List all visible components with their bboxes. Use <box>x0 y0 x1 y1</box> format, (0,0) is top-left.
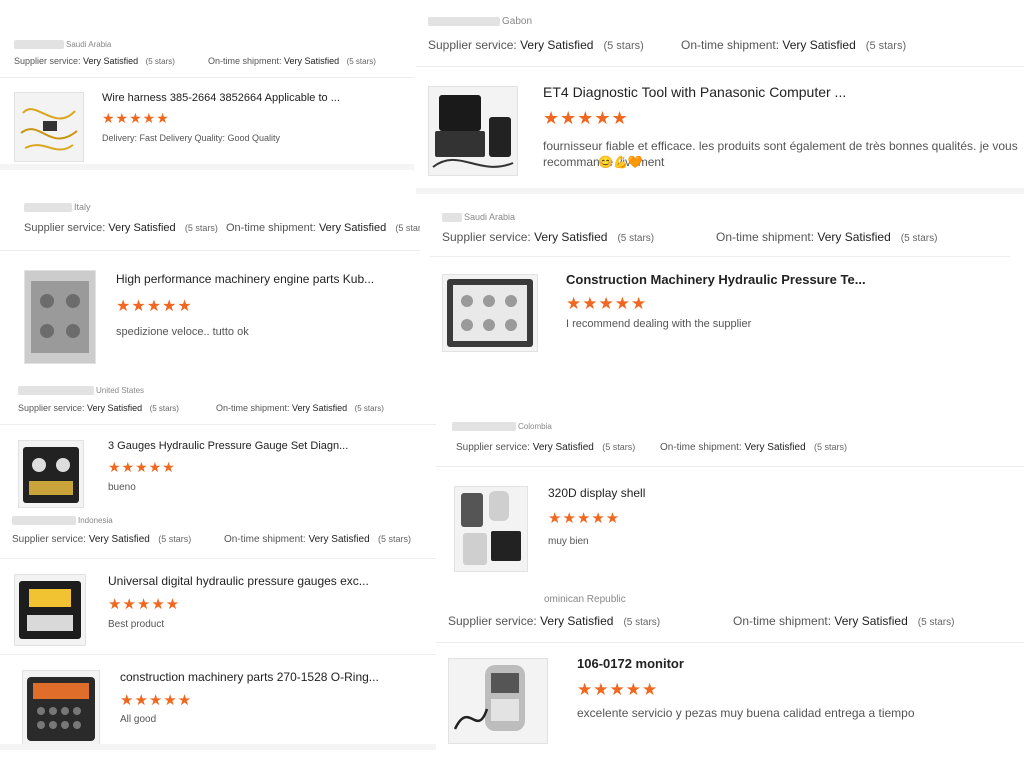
ontime-shipment-rating: On-time shipment: Very Satisfied (5 star… <box>224 534 411 545</box>
ontime-shipment-rating: On-time shipment: Very Satisfied (5 star… <box>208 56 376 66</box>
supplier-service-rating: Supplier service: Very Satisfied (5 star… <box>428 38 644 52</box>
rating-stars: ★★★★★ <box>116 298 193 315</box>
product-title[interactable]: Construction Machinery Hydraulic Pressur… <box>566 272 996 287</box>
ontime-shipment-rating: On-time shipment: Very Satisfied (5 star… <box>226 222 420 234</box>
reviewer-country: Indonesia <box>12 516 113 526</box>
review-comment: All good <box>120 714 157 725</box>
supplier-service-rating: Supplier service: Very Satisfied (5 star… <box>448 614 661 628</box>
review-extra: Delivery: Fast Delivery Quality: Good Qu… <box>102 133 281 143</box>
product-title[interactable]: 320D display shell <box>548 486 848 500</box>
review-card: Gabon Supplier service: Very Satisfied (… <box>416 8 1024 196</box>
review-card: construction machinery parts 270-1528 O-… <box>0 652 436 770</box>
product-title[interactable]: construction machinery parts 270-1528 O-… <box>120 670 420 684</box>
review-card: Saudi Arabia Supplier service: Very Sati… <box>430 204 1010 364</box>
product-thumbnail[interactable] <box>22 670 100 748</box>
product-title[interactable]: ET4 Diagnostic Tool with Panasonic Compu… <box>543 84 1013 100</box>
divider <box>430 256 1010 257</box>
rating-stars: ★★★★★ <box>108 596 181 613</box>
ontime-shipment-rating: On-time shipment: Very Satisfied (5 star… <box>681 38 907 52</box>
divider <box>0 744 436 750</box>
product-thumbnail[interactable] <box>14 574 86 646</box>
review-comment: spedizione veloce.. tutto ok <box>116 326 249 338</box>
review-comment: I recommend dealing with the supplier <box>566 318 752 330</box>
product-thumbnail[interactable] <box>14 92 84 162</box>
ontime-shipment-rating: On-time shipment: Very Satisfied (5 star… <box>216 403 384 413</box>
product-thumbnail[interactable] <box>454 486 528 572</box>
divider <box>416 188 1024 194</box>
review-comment: muy bien <box>548 536 589 547</box>
divider <box>0 77 414 78</box>
review-comment: excelente servicio y pezas muy buena cal… <box>577 706 915 720</box>
divider <box>416 66 1024 67</box>
product-title[interactable]: Universal digital hydraulic pressure gau… <box>108 574 428 588</box>
reviewer-country: Gabon <box>428 16 532 27</box>
supplier-service-rating: Supplier service: Very Satisfied (5 star… <box>12 534 192 545</box>
rating-stars: ★★★★★ <box>108 459 176 475</box>
divider <box>0 424 436 425</box>
divider <box>436 466 1024 467</box>
product-thumbnail[interactable] <box>442 274 538 352</box>
product-thumbnail[interactable] <box>448 658 548 744</box>
rating-stars: ★★★★★ <box>543 108 629 128</box>
product-title[interactable]: Wire harness 385-2664 3852664 Applicable… <box>102 92 402 104</box>
product-title[interactable]: 3 Gauges Hydraulic Pressure Gauge Set Di… <box>108 440 428 452</box>
supplier-service-rating: Supplier service: Very Satisfied (5 star… <box>24 222 218 234</box>
divider <box>0 164 414 170</box>
reviewer-country: Colombia <box>452 422 552 432</box>
rating-stars: ★★★★★ <box>102 110 170 126</box>
supplier-service-rating: Supplier service: Very Satisfied (5 star… <box>14 56 175 66</box>
divider <box>436 642 1024 643</box>
product-thumbnail[interactable] <box>24 270 96 364</box>
review-card: United States Supplier service: Very Sat… <box>0 380 436 512</box>
supplier-service-rating: Supplier service: Very Satisfied (5 star… <box>456 442 636 453</box>
divider <box>0 654 436 655</box>
reviewer-country: United States <box>18 386 144 396</box>
rating-stars: ★★★★★ <box>120 692 193 709</box>
reviewer-country: Saudi Arabia <box>14 40 111 50</box>
review-comment: Best product <box>108 619 165 630</box>
divider <box>0 558 436 559</box>
supplier-service-rating: Supplier service: Very Satisfied (5 star… <box>442 230 655 244</box>
supplier-service-rating: Supplier service: Very Satisfied (5 star… <box>18 403 179 413</box>
product-title[interactable]: 106-0172 monitor <box>577 656 877 671</box>
review-card: Indonesia Supplier service: Very Satisfi… <box>0 512 436 652</box>
rating-stars: ★★★★★ <box>548 510 621 527</box>
ontime-shipment-rating: On-time shipment: Very Satisfied (5 star… <box>660 442 847 453</box>
reviewer-country: Saudi Arabia <box>442 212 515 223</box>
review-card: Italy Supplier service: Very Satisfied (… <box>0 190 420 368</box>
reviewer-country: Italy <box>24 202 91 213</box>
product-thumbnail[interactable] <box>428 86 518 176</box>
reviewer-country: ominican Republic <box>544 594 626 605</box>
divider <box>0 250 420 251</box>
ontime-shipment-rating: On-time shipment: Very Satisfied (5 star… <box>716 230 938 244</box>
review-emoji: 😊💪🧡 <box>598 155 643 169</box>
rating-stars: ★★★★★ <box>577 680 659 699</box>
review-comment: bueno <box>108 482 136 493</box>
product-title[interactable]: High performance machinery engine parts … <box>116 272 406 286</box>
ontime-shipment-rating: On-time shipment: Very Satisfied (5 star… <box>733 614 955 628</box>
review-card: Saudi Arabia Supplier service: Very Sati… <box>0 32 414 170</box>
review-card: Colombia Supplier service: Very Satisfie… <box>436 418 1024 594</box>
review-card: ominican Republic Supplier service: Very… <box>436 594 1024 770</box>
product-thumbnail[interactable] <box>18 440 84 508</box>
rating-stars: ★★★★★ <box>566 294 648 313</box>
